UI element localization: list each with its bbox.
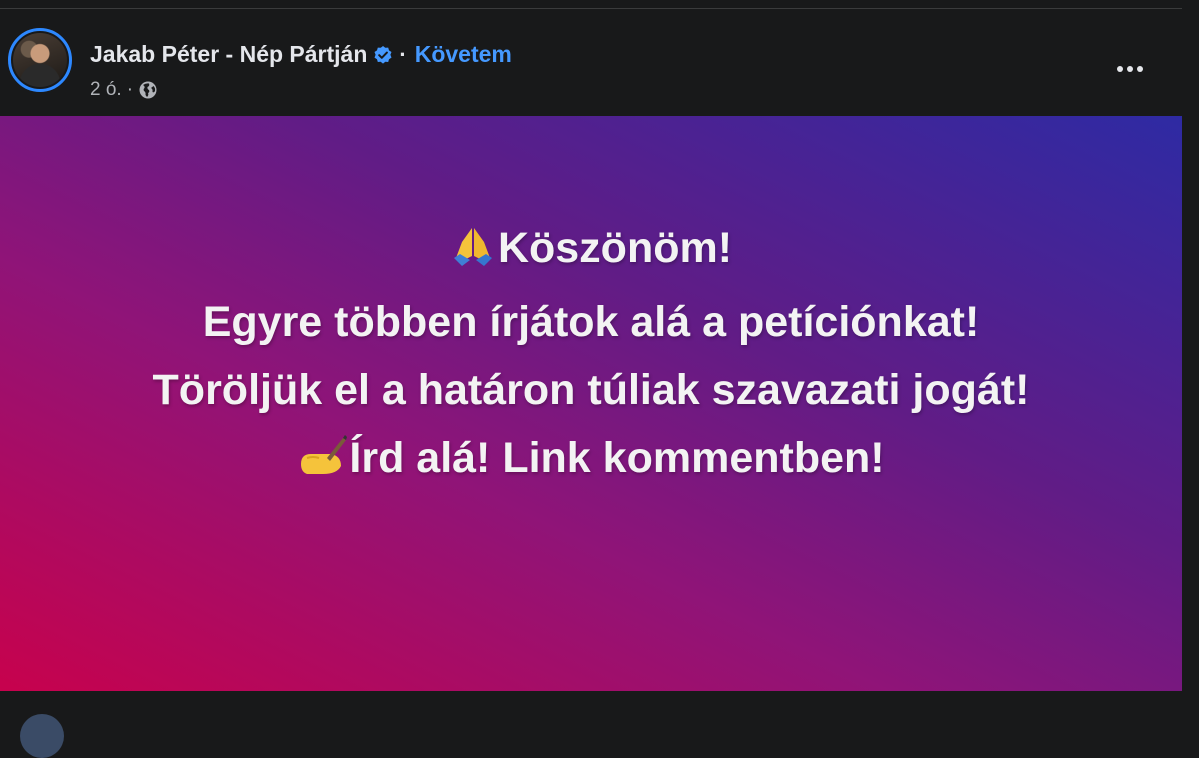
thanks-text: Köszönöm! [497,224,733,272]
more-options-button[interactable] [1108,51,1152,87]
page-edge [1182,0,1199,723]
author-row: Jakab Péter - Nép Pártján · Követem [90,41,512,68]
next-post-avatar [20,714,64,758]
header-separator: · [399,41,407,67]
verified-badge-icon [373,45,393,65]
globe-icon[interactable] [138,80,158,100]
post-time[interactable]: 2 ó. [90,79,122,101]
post-meta: 2 ó. · [90,79,158,101]
more-horizontal-icon [1117,66,1123,72]
image-line-2: Egyre többen írjátok alá a petíciónkat! [202,298,980,346]
post-header: Jakab Péter - Nép Pártján · Követem 2 ó.… [0,9,1182,116]
meta-separator: · [126,79,134,100]
image-line-3: Töröljük el a határon túliak szavazati j… [152,366,1030,414]
author-name[interactable]: Jakab Péter - Nép Pártján [90,41,367,68]
sign-text: Írd alá! Link kommentben! [349,434,885,482]
avatar-image [13,33,67,87]
post-image-text: Köszönöm! Egyre többen írjátok alá a pet… [0,214,1182,498]
writing-hand-icon [297,430,348,498]
author-avatar[interactable] [8,28,72,92]
folded-hands-icon [450,220,496,288]
image-line-1: Köszönöm! [0,214,1182,288]
follow-button[interactable]: Követem [415,41,512,68]
image-line-4: Írd alá! Link kommentben! [0,424,1182,498]
